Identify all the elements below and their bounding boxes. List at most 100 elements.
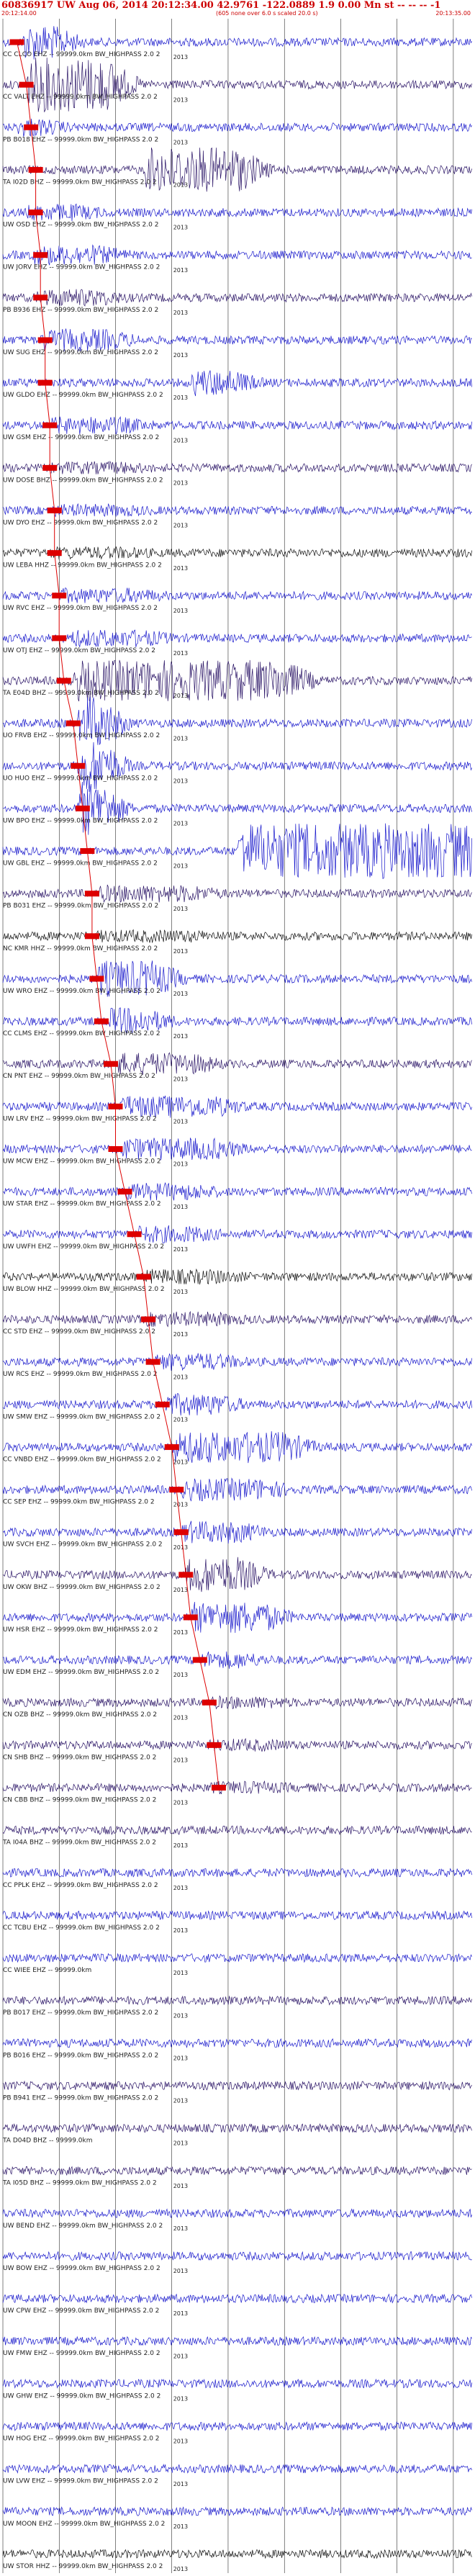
grid-lines [2, 19, 454, 2573]
trace-label: UW STAR EHZ -- 99999.0km BW_HIGHPASS 2.0… [3, 1201, 161, 1208]
waveform [2, 587, 472, 603]
trace-30: CC STD EHZ -- 99999.0km BW_HIGHPASS 2.0 … [2, 1310, 472, 1338]
trace-label: CC VALT EHZ -- 99999.0km BW_HIGHPASS 2.0… [3, 94, 158, 101]
year-label: 2013 [173, 2012, 188, 2019]
year-label: 2013 [173, 1885, 188, 1891]
year-label: 2013 [173, 650, 188, 657]
waveform [2, 1780, 472, 1795]
trace-label: CN PNT EHZ -- 99999.0km BW_HIGHPASS 2.0 … [3, 1073, 155, 1080]
year-label: 2013 [173, 437, 188, 443]
trace-label: UW EDM EHZ -- 99999.0km BW_HIGHPASS 2.0 … [3, 1669, 159, 1676]
year-label: 2013 [173, 2396, 188, 2402]
trace-13: UW RVC EHZ -- 99999.0km BW_HIGHPASS 2.0 … [2, 587, 472, 614]
waveform [2, 1910, 472, 1921]
year-label: 2013 [173, 778, 188, 784]
plot-header: 60836917 UW Aug 06, 2014 20:12:34.00 42.… [0, 0, 475, 17]
trace-34: CC SEP EHZ -- 99999.0km BW_HIGHPASS 2.0 … [2, 1477, 472, 1508]
trace-43: CC PPLK EHZ -- 99999.0km BW_HIGHPASS 2.0… [2, 1868, 472, 1891]
trace-44: CC TCBU EHZ -- 99999.0km BW_HIGHPASS 2.0… [2, 1910, 472, 1934]
year-label: 2013 [173, 693, 188, 699]
waveform [2, 328, 472, 352]
waveform [2, 1268, 472, 1285]
trace-label: UW MCW EHZ -- 99999.0km BW_HIGHPASS 2.0 … [3, 1158, 161, 1166]
trace-20: PB B031 EHZ -- 99999.0km BW_HIGHPASS 2.0… [2, 884, 472, 912]
trace-1: CC VALT EHZ -- 99999.0km BW_HIGHPASS 2.0… [2, 57, 472, 113]
trace-label: PB B941 EHZ -- 99999.0km BW_HIGHPASS 2.0… [3, 2094, 158, 2102]
waveform [2, 1651, 472, 1669]
trace-label: UW SVCH EHZ -- 99999.0km BW_HIGHPASS 2.0… [3, 1541, 163, 1549]
trace-54: UW FMW EHZ -- 99999.0km BW_HIGHPASS 2.0 … [2, 2336, 472, 2359]
waveform [2, 1225, 472, 1243]
year-label: 2013 [173, 608, 188, 614]
trace-45: CC WIEE EHZ -- 99999.0km 2013 [2, 1953, 472, 1976]
year-label: 2013 [173, 310, 188, 316]
trace-label: TA I05D BHZ -- 99999.0km BW_HIGHPASS 2.0… [2, 2180, 157, 2187]
waveform [2, 244, 472, 266]
trace-39: CN OZB BHZ -- 99999.0km BW_HIGHPASS 2.0 … [2, 1695, 472, 1721]
end-time: 20:13:35.00 [435, 10, 471, 17]
trace-label: UW DYO EHZ -- 99999.0km BW_HIGHPASS 2.0 … [3, 520, 158, 527]
trace-31: UW RCS EHZ -- 99999.0km BW_HIGHPASS 2.0 … [2, 1353, 472, 1380]
trace-label: UW GSM EHZ -- 99999.0km BW_HIGHPASS 2.0 … [3, 434, 159, 441]
year-label: 2013 [173, 1204, 188, 1210]
trace-label: PB B936 EHZ -- 99999.0km BW_HIGHPASS 2.0… [3, 307, 158, 314]
trace-29: UW BLOW HHZ -- 99999.0km BW_HIGHPASS 2.0… [2, 1268, 472, 1295]
trace-label: UW LVW EHZ -- 99999.0km BW_HIGHPASS 2.0 … [3, 2478, 158, 2485]
year-label: 2013 [173, 2225, 188, 2232]
trace-label: UW OSD EHZ -- 99999.0km BW_HIGHPASS 2.0 … [3, 222, 158, 229]
trace-18: UW BPO EHZ -- 99999.0km BW_HIGHPASS 2.0 … [2, 781, 472, 835]
trace-36: UW OKW BHZ -- 99999.0km BW_HIGHPASS 2.0 … [2, 1557, 472, 1593]
year-label: 2013 [173, 523, 188, 529]
waveform [2, 546, 472, 560]
trace-label: UW CPW EHZ -- 99999.0km BW_HIGHPASS 2.0 … [3, 2307, 159, 2315]
trace-label: TA D04D BHZ -- 99999.0km [2, 2138, 93, 2145]
trace-label: CC CLCO EHZ -- 99999.0km BW_HIGHPASS 2.0… [3, 51, 160, 58]
year-label: 2013 [173, 1246, 188, 1253]
trace-label: CC WIEE EHZ -- 99999.0km [3, 1967, 91, 1974]
year-label: 2013 [173, 1800, 188, 1806]
year-label: 2013 [173, 139, 188, 145]
trace-8: UW GLDO EHZ -- 99999.0km BW_HIGHPASS 2.0… [2, 370, 472, 401]
trace-label: PB B017 EHZ -- 99999.0km BW_HIGHPASS 2.0… [3, 2009, 158, 2017]
trace-label: UW BEND EHZ -- 99999.0km BW_HIGHPASS 2.0… [3, 2223, 163, 2230]
waveform [2, 2293, 472, 2304]
trace-17: UO HUO EHZ -- 99999.0km BW_HIGHPASS 2.0 … [2, 742, 472, 792]
year-label: 2013 [173, 2140, 188, 2147]
trace-37: UW HSR EHZ -- 99999.0km BW_HIGHPASS 2.0 … [2, 1602, 472, 1636]
trace-49: TA D04D BHZ -- 99999.0km 2013 [2, 2122, 472, 2147]
trace-label: CN CBB BHZ -- 99999.0km BW_HIGHPASS 2.0 … [3, 1797, 156, 1804]
waveform [2, 2336, 472, 2346]
trace-label: UW STOR HHZ -- 99999.0km BW_HIGHPASS 2.0… [3, 2563, 163, 2570]
year-label: 2013 [173, 1161, 188, 1168]
waveform [2, 1137, 472, 1161]
year-label: 2013 [173, 352, 188, 359]
trace-label: UW LRV EHZ -- 99999.0km BW_HIGHPASS 2.0 … [3, 1115, 157, 1122]
trace-label: UW LEBA HHZ -- 99999.0km BW_HIGHPASS 2.0… [3, 562, 162, 569]
waveform [2, 1868, 472, 1878]
trace-59: UW STOR HHZ -- 99999.0km BW_HIGHPASS 2.0… [2, 2549, 472, 2572]
trace-label: UW GLDO EHZ -- 99999.0km BW_HIGHPASS 2.0… [3, 392, 163, 399]
trace-16: UO FRVB EHZ -- 99999.0km BW_HIGHPASS 2.0… [2, 697, 472, 745]
trace-label: UW HSR EHZ -- 99999.0km BW_HIGHPASS 2.0 … [3, 1626, 158, 1634]
trace-46: PB B017 EHZ -- 99999.0km BW_HIGHPASS 2.0… [2, 1995, 472, 2019]
trace-label: PB B016 EHZ -- 99999.0km BW_HIGHPASS 2.0… [3, 2052, 158, 2059]
trace-7: UW SUG EHZ -- 99999.0km BW_HIGHPASS 2.0 … [2, 328, 472, 359]
year-label: 2013 [173, 1842, 188, 1849]
waveform [2, 2549, 472, 2559]
year-label: 2013 [173, 1331, 188, 1338]
trace-label: CN SHB BHZ -- 99999.0km BW_HIGHPASS 2.0 … [3, 1754, 156, 1761]
waveform [2, 2122, 472, 2133]
waveform [2, 2208, 472, 2218]
waveform [2, 2378, 472, 2389]
trace-label: UW SMW EHZ -- 99999.0km BW_HIGHPASS 2.0 … [3, 1413, 160, 1420]
year-label: 2013 [173, 2310, 188, 2317]
waveform [2, 1393, 472, 1416]
trace-28: UW UWFH EHZ -- 99999.0km BW_HIGHPASS 2.0… [2, 1225, 472, 1253]
trace-label: UW BOW EHZ -- 99999.0km BW_HIGHPASS 2.0 … [3, 2265, 160, 2272]
trace-40: CN SHB BHZ -- 99999.0km BW_HIGHPASS 2.0 … [2, 1738, 472, 1764]
waveform [2, 1353, 472, 1372]
trace-12: UW LEBA HHZ -- 99999.0km BW_HIGHPASS 2.0… [2, 546, 472, 572]
year-label: 2013 [173, 1970, 188, 1976]
waveform [2, 2251, 472, 2261]
year-label: 2013 [173, 1289, 188, 1295]
